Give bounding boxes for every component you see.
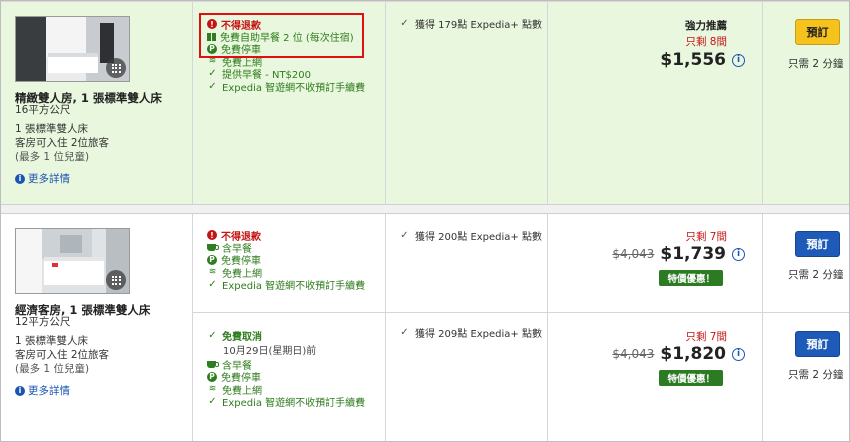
more-details-label: 更多詳情	[28, 385, 70, 397]
current-price: $1,820	[660, 344, 726, 364]
feature-text: Expedia 智遊網不收預訂手續費	[222, 281, 366, 293]
room-bed: 1 張標準雙人床	[15, 335, 89, 347]
coffee-icon	[207, 361, 219, 369]
room-occupancy: 客房可入住 2位旅客	[15, 349, 110, 361]
booking-time: 只需 2 分鐘	[788, 269, 844, 281]
rate-features: ✓ 免費取消 10月29日(星期日)前 含早餐 P 免費停車 ≋ 免費上網 ✓ Expe…	[207, 329, 366, 410]
wifi-icon: ≋	[208, 267, 217, 278]
booking-cell: 預訂 只需 2 分鐘	[762, 2, 849, 205]
points-info: ✓ 獲得 200點 Expedia+ 點數	[399, 228, 542, 243]
rooms-left: 只剩 7間	[685, 331, 727, 343]
no-booking-fee: ✓ Expedia 智遊網不收預訂手續費	[207, 279, 366, 293]
room-info: 精緻雙人房, 1 張標準雙人床 16平方公尺 1 張標準雙人床 客房可入住 2位…	[1, 2, 192, 205]
current-price: $1,556	[660, 50, 726, 70]
deal-badge: 特價優惠！	[659, 270, 723, 286]
room-size: 16平方公尺	[15, 104, 71, 116]
no-booking-fee: ✓ Expedia 智遊網不收預訂手續費	[207, 80, 366, 94]
price-cell: 只剩 7間 $4,043 $1,820 i 特價優惠！	[547, 312, 761, 441]
original-price: $4,043	[612, 347, 655, 361]
room-occupancy: 客房可入住 2位旅客	[15, 137, 110, 149]
feature-text: 免費取消	[222, 331, 262, 343]
more-details-link[interactable]: i 更多詳情	[15, 383, 70, 398]
free-cancellation: ✓ 免費取消	[207, 329, 365, 343]
points-info: ✓ 獲得 209點 Expedia+ 點數	[399, 325, 542, 340]
price-info-icon[interactable]: i	[732, 53, 745, 67]
divider	[385, 2, 386, 205]
more-details-label: 更多詳情	[28, 173, 70, 185]
price-info-icon[interactable]: i	[732, 347, 745, 361]
cancellation-deadline: 10月29日(星期日)前	[207, 341, 365, 358]
check-icon: ✓	[208, 396, 217, 408]
deal-badge: 特價優惠！	[659, 370, 723, 386]
room-children: (最多 1 位兒童)	[15, 151, 90, 163]
price-info-icon[interactable]: i	[732, 247, 745, 261]
price-row: $4,043 $1,820 i	[612, 344, 745, 364]
original-price: $4,043	[612, 247, 655, 261]
divider	[192, 2, 193, 205]
room-photo[interactable]	[15, 16, 130, 82]
current-price: $1,739	[660, 244, 726, 264]
check-icon: ✓	[400, 230, 409, 241]
check-icon: ✓	[208, 80, 217, 92]
room-row-deluxe: 精緻雙人房, 1 張標準雙人床 16平方公尺 1 張標準雙人床 客房可入住 2位…	[1, 1, 849, 205]
price-cell: 強力推薦 只剩 8間 $1,556 i	[547, 2, 761, 205]
room-size: 12平方公尺	[15, 316, 71, 328]
info-icon: i	[15, 173, 25, 184]
rooms-left: 只剩 8間	[685, 36, 727, 48]
feature-text: Expedia 智遊網不收預訂手續費	[222, 398, 366, 410]
room-bed: 1 張標準雙人床	[15, 123, 89, 135]
book-button[interactable]: 預訂	[795, 19, 840, 45]
booking-cell: 預訂 只需 2 分鐘	[762, 312, 849, 441]
check-icon: ✓	[400, 18, 409, 29]
price-row: $4,043 $1,739 i	[612, 244, 745, 264]
book-button[interactable]: 預訂	[795, 331, 840, 357]
booking-cell: 預訂 只需 2 分鐘	[762, 214, 849, 312]
rooms-left: 只剩 7間	[685, 231, 727, 243]
feature-text: Expedia 智遊網不收預訂手續費	[222, 82, 366, 94]
room-info: 經濟客房, 1 張標準雙人床 12平方公尺 1 張標準雙人床 客房可入住 2位旅…	[1, 214, 192, 441]
check-icon: ✓	[400, 327, 409, 338]
divider	[192, 214, 193, 441]
wifi-icon: ≋	[208, 384, 217, 395]
points-text: 獲得 200點 Expedia+ 點數	[415, 232, 542, 243]
points-text: 獲得 179點 Expedia+ 點數	[415, 20, 542, 31]
room-photo[interactable]	[15, 228, 130, 294]
gallery-icon[interactable]	[106, 58, 126, 78]
gallery-icon[interactable]	[106, 270, 126, 290]
no-booking-fee: ✓ Expedia 智遊網不收預訂手續費	[207, 396, 366, 410]
parking-icon: P	[207, 254, 217, 265]
highlight-box	[199, 13, 364, 58]
check-icon: ✓	[208, 68, 217, 80]
alert-icon: !	[207, 230, 217, 241]
price-cell: 只剩 7間 $4,043 $1,739 i 特價優惠！	[547, 214, 761, 312]
points-info: ✓ 獲得 179點 Expedia+ 點數	[399, 16, 542, 31]
divider	[385, 214, 386, 441]
check-icon: ✓	[208, 279, 217, 291]
points-text: 獲得 209點 Expedia+ 點數	[415, 329, 542, 340]
parking-icon: P	[207, 371, 217, 382]
room-children: (最多 1 位兒童)	[15, 363, 90, 375]
price-row: $1,556 i	[660, 50, 745, 70]
feature-text: 10月29日(星期日)前	[223, 346, 317, 358]
book-button[interactable]: 預訂	[795, 231, 840, 257]
more-details-link[interactable]: i 更多詳情	[15, 171, 70, 186]
check-icon: ✓	[208, 329, 217, 341]
recommend-label: 強力推薦	[685, 20, 727, 32]
room-list: 精緻雙人房, 1 張標準雙人床 16平方公尺 1 張標準雙人床 客房可入住 2位…	[0, 0, 850, 442]
info-icon: i	[15, 385, 25, 396]
rate-features: ! 不得退款 含早餐 P 免費停車 ≋ 免費上網 ✓ Expedia 智遊網不收預訂手續…	[207, 229, 366, 293]
booking-time: 只需 2 分鐘	[788, 58, 844, 70]
coffee-icon	[207, 244, 219, 252]
room-row-economy: 經濟客房, 1 張標準雙人床 12平方公尺 1 張標準雙人床 客房可入住 2位旅…	[1, 213, 849, 441]
booking-time: 只需 2 分鐘	[788, 369, 844, 381]
